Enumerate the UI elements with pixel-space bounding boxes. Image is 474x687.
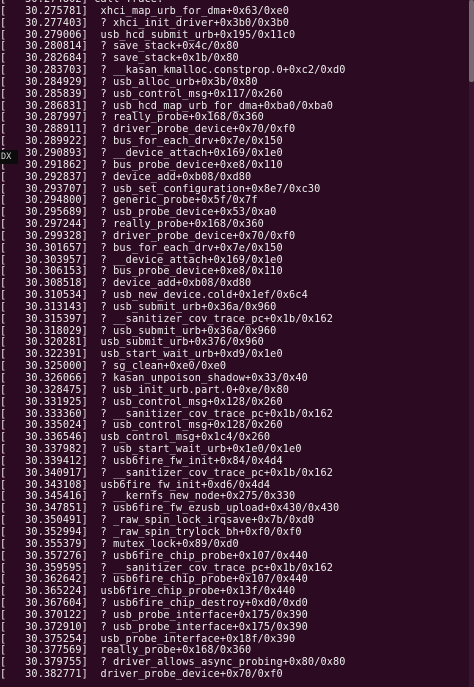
terminal-line: [ 30.328475] ? usb_init_urb.part.0+0xe/0… [0,384,290,396]
terminal-line: [ 30.287997] ? really_probe+0x168/0x360 [0,112,264,124]
terminal-line: [ 30.293707] ? usb_set_configuration+0x8… [0,183,321,195]
terminal-line: [ 30.289922] ? bus_for_each_drv+0x7e/0x1… [0,136,283,148]
terminal-line: [ 30.382771] driver_probe_device+0x70/0x… [0,669,283,681]
terminal-line: [ 30.326066] ? kasan_unpoison_shadow+0x3… [0,373,308,384]
terminal-line: [ 30.288911] ? driver_probe_device+0x70/… [0,124,296,136]
terminal-line: [ 30.347851] ? usb6fire_fw_ezusb_upload+… [0,503,340,515]
terminal-line: [ 30.325000] ? sg_clean+0xe0/0xe0 [0,361,227,373]
terminal-line: [ 30.291862] ? bus_probe_device+0xe8/0x1… [0,159,283,171]
terminal-line: [ 30.283703] ? __kasan_kmalloc.constprop… [0,65,346,77]
terminal-line: [ 30.322391] usb_start_wait_urb+0xd9/0x1… [0,349,283,361]
terminal-line: [ 30.343108] usb6fire_fw_init+0xd6/0x4d4 [0,479,271,491]
terminal-line: [ 30.339412] ? usb6fire_fw_init+0x84/0x4… [0,455,283,467]
terminal-line: [ 30.331925] ? usb_control_msg+0x128/0x2… [0,396,283,408]
terminal-line: [ 30.367604] ? usb6fire_chip_destroy+0xd… [0,598,308,610]
terminal-line: [ 30.320281] usb_submit_urb+0x376/0x960 [0,337,264,349]
terminal-line: [ 30.306153] ? bus_probe_device+0xe8/0x1… [0,266,283,278]
terminal-scrollbar[interactable] [469,0,474,687]
terminal-line: [ 30.315397] ? __sanitizer_cov_trace_pc+… [0,313,334,325]
terminal-line: [ 30.284929] ? usb_alloc_urb+0x3b/0x80 [0,76,258,88]
terminal-line: [ 30.345416] ? __kernfs_new_node+0x275/0… [0,491,296,503]
terminal-line: [ 30.340917] ? __sanitizer_cov_trace_pc+… [0,467,334,479]
terminal-line: [ 30.275781] xhci_map_urb_for_dma+0x63/0… [0,5,290,17]
terminal-line: [ 30.303957] ? __device_attach+0x169/0x1… [0,254,283,266]
terminal-line: [ 30.279006] usb_hcd_submit_urb+0x195/0x… [0,29,296,41]
terminal-line: [ 30.362642] ? usb6fire_chip_probe+0x107… [0,574,308,586]
terminal-line: [ 30.299328] ? driver_probe_device+0x70/… [0,230,296,242]
terminal-line: [ 30.310534] ? usb_new_device.cold+0x1ef… [0,290,308,302]
terminal-output[interactable]: [ 30.274802] Call Trace:[ 30.275781] xhc… [0,0,468,681]
terminal-line: [ 30.308518] ? device_add+0xb08/0xd80 [0,278,252,290]
terminal-line: [ 30.313143] ? usb_submit_urb+0x36a/0x96… [0,301,277,313]
terminal-line: [ 30.290893] ? __device_attach+0x169/0x1… [0,147,283,159]
terminal-line: [ 30.318029] ? usb_submit_urb+0x36a/0x96… [0,325,277,337]
terminal-line: [ 30.377569] really_probe+0x168/0x360 [0,645,252,657]
terminal-line: [ 30.365224] usb6fire_chip_probe+0x13f/0… [0,586,296,598]
terminal-line: [ 30.372910] ? usb_probe_interface+0x175… [0,621,308,633]
terminal-line: [ 30.277403] ? xhci_init_driver+0x3b0/0x… [0,17,290,29]
terminal-line: [ 30.292837] ? device_add+0xb08/0xd80 [0,171,252,183]
terminal-line: [ 30.335024] ? usb_control_msg+0x128/0x2… [0,420,283,432]
terminal-line: [ 30.337982] ? usb_start_wait_urb+0x1e0/… [0,444,302,456]
side-tab-label[interactable]: DX [0,150,18,164]
terminal-line: [ 30.379755] ? driver_allows_async_probi… [0,657,346,669]
terminal-line: [ 30.280814] ? save_stack+0x4c/0x80 [0,41,239,53]
terminal-line: [ 30.333360] ? __sanitizer_cov_trace_pc+… [0,408,334,420]
terminal-line: [ 30.352994] ? _raw_spin_trylock_bh+0xf0… [0,526,302,538]
terminal-line: [ 30.355379] ? mutex_lock+0x89/0xd0 [0,538,239,550]
terminal-line: [ 30.301657] ? bus_for_each_drv+0x7e/0x1… [0,242,283,254]
terminal-line: [ 30.375254] usb_probe_interface+0x18f/0… [0,633,296,645]
terminal-line: [ 30.350491] ? _raw_spin_lock_irqsave+0x… [0,515,315,527]
terminal-window[interactable]: [ 30.274802] Call Trace:[ 30.275781] xhc… [0,0,474,687]
terminal-line: [ 30.357276] ? usb6fire_chip_probe+0x107… [0,550,308,562]
terminal-line: [ 30.370122] ? usb_probe_interface+0x175… [0,609,308,621]
terminal-line: [ 30.295689] ? usb_probe_device+0x53/0xa… [0,207,277,219]
terminal-line: [ 30.359595] ? __sanitizer_cov_trace_pc+… [0,562,334,574]
terminal-line: [ 30.285839] ? usb_control_msg+0x117/0x2… [0,88,283,100]
terminal-line: [ 30.336546] usb_control_msg+0x1c4/0x260 [0,432,271,444]
terminal-line: [ 30.282684] ? save_stack+0x1b/0x80 [0,53,239,65]
terminal-line: [ 30.286831] ? usb_hcd_map_urb_for_dma+0… [0,100,334,112]
terminal-line: [ 30.297244] ? really_probe+0x168/0x360 [0,219,264,231]
scrollbar-thumb[interactable] [469,0,474,82]
terminal-line: [ 30.294800] ? generic_probe+0x5f/0x7f [0,195,258,207]
